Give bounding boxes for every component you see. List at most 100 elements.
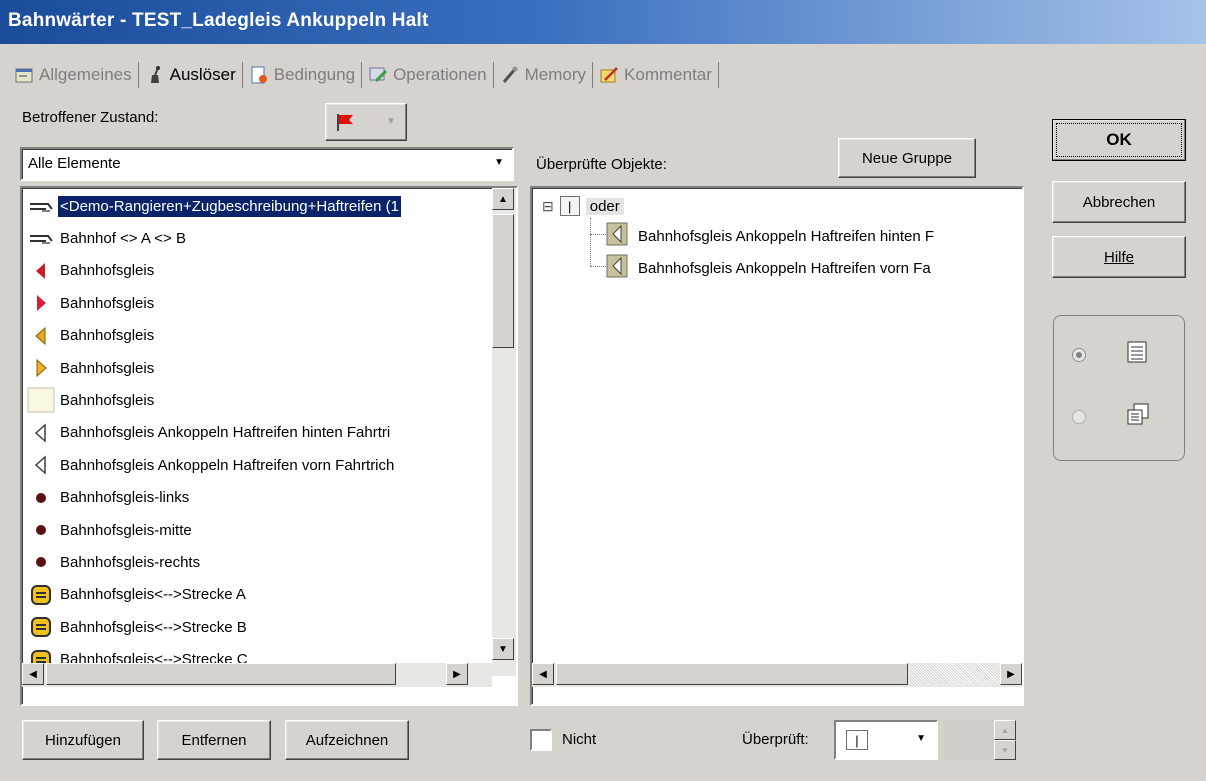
tab-label: Kommentar (624, 65, 712, 84)
tab-label: Auslöser (169, 65, 236, 84)
memory-icon (500, 65, 520, 85)
or-badge-text: | (568, 198, 572, 214)
list-item-label: Bahnhof <> A <> B (60, 229, 186, 247)
list-item[interactable]: Bahnhofsgleis Ankoppeln Haftreifen vorn … (24, 449, 396, 481)
filter-value: Alle Elemente (28, 155, 121, 172)
tab-kommentar[interactable]: Kommentar (593, 62, 719, 88)
list-item[interactable]: Bahnhofsgleis (24, 320, 156, 352)
record-button-label: Aufzeichnen (305, 731, 389, 749)
list-item[interactable]: Bahnhofsgleis-mitte (24, 514, 194, 546)
track-left-gray-icon (606, 254, 628, 282)
element-list-hscrollbar[interactable]: ◀ ▶ (22, 663, 492, 687)
checked-by-select[interactable]: | ▼ (834, 720, 938, 760)
dot-icon (24, 514, 58, 546)
scroll-thumb[interactable] (556, 663, 908, 685)
arrow-left-red-icon (24, 255, 58, 287)
element-list-vscrollbar[interactable]: ▲ ▼ (492, 188, 516, 676)
tab-bar: Allgemeines Auslöser Bedingung Operation… (0, 44, 1206, 94)
scroll-right-arrow-icon[interactable]: ▶ (446, 663, 468, 685)
tab-ausloeser[interactable]: Auslöser (139, 62, 243, 88)
chevron-down-icon: ▼ (916, 733, 926, 744)
window-title: Bahnwärter - TEST_Ladegleis Ankuppeln Ha… (8, 10, 429, 31)
record-button[interactable]: Aufzeichnen (285, 720, 409, 760)
help-button[interactable]: Hilfe (1052, 236, 1186, 278)
tab-memory[interactable]: Memory (494, 62, 594, 88)
list-item[interactable]: <Demo-Rangieren+Zugbeschreibung+Haftreif… (24, 190, 401, 222)
state-dropdown[interactable]: ▼ (325, 103, 407, 141)
list-view-radio[interactable] (1072, 348, 1086, 362)
list-item[interactable]: Bahnhofsgleis (24, 255, 156, 287)
spin-down-icon[interactable]: ▼ (994, 740, 1016, 760)
switch-icon (24, 611, 58, 643)
add-button[interactable]: Hinzufügen (22, 720, 144, 760)
properties-icon (14, 65, 34, 85)
list-item[interactable]: Bahnhof <> A <> B (24, 222, 188, 254)
blank-box-icon (24, 384, 58, 416)
remove-button-label: Entfernen (181, 731, 247, 749)
tab-label: Memory (524, 65, 587, 84)
tree-connector (590, 218, 591, 266)
tree-child[interactable]: Bahnhofsgleis Ankoppeln Haftreifen hinte… (606, 222, 934, 250)
chevron-down-icon: ▼ (494, 157, 504, 168)
not-checkbox[interactable] (530, 729, 552, 751)
tab-bedingung[interactable]: Bedingung (243, 62, 363, 88)
tab-operationen[interactable]: Operationen (362, 62, 494, 88)
scroll-thumb[interactable] (492, 214, 514, 348)
new-group-button[interactable]: Neue Gruppe (838, 138, 976, 178)
list-item-label: Bahnhofsgleis<-->Strecke B (60, 618, 247, 636)
track-group-icon (24, 222, 58, 254)
comment-icon (599, 65, 619, 85)
arrow-right-red-icon (24, 287, 58, 319)
spin-buttons[interactable]: ▲ ▼ (994, 720, 1016, 760)
scroll-up-arrow-icon[interactable]: ▲ (492, 188, 514, 210)
tree-root[interactable]: ⊟ | oder (542, 196, 624, 216)
list-item[interactable]: Bahnhofsgleis-links (24, 482, 191, 514)
or-badge-icon: | (846, 730, 868, 750)
view-mode-group (1053, 315, 1185, 461)
arrow-left-gray-icon (24, 449, 58, 481)
list-item-label: Bahnhofsgleis (60, 262, 155, 280)
title-bar[interactable]: Bahnwärter - TEST_Ladegleis Ankuppeln Ha… (0, 0, 1206, 44)
list-item-label: Bahnhofsgleis<-->Strecke A (60, 586, 246, 604)
element-list[interactable]: <Demo-Rangieren+Zugbeschreibung+Haftreif… (20, 186, 518, 706)
list-item[interactable]: Bahnhofsgleis (24, 352, 156, 384)
list-item-label: Bahnhofsgleis Ankoppeln Haftreifen vorn … (60, 456, 395, 474)
list-item[interactable]: Bahnhofsgleis (24, 384, 156, 416)
condition-icon (249, 65, 269, 85)
list-item[interactable]: Bahnhofsgleis<-->Strecke B (24, 611, 249, 643)
tree-hscrollbar[interactable]: ◀ ▶ (532, 663, 1022, 687)
ok-button[interactable]: OK (1052, 119, 1186, 161)
list-item-label: Bahnhofsgleis (60, 327, 155, 345)
list-item-label: Bahnhofsgleis-mitte (60, 521, 192, 539)
scroll-down-arrow-icon[interactable]: ▼ (492, 638, 514, 660)
add-button-label: Hinzufügen (45, 731, 121, 749)
list-item[interactable]: Bahnhofsgleis Ankoppeln Haftreifen hinte… (24, 417, 392, 449)
switch-icon (24, 579, 58, 611)
list-item[interactable]: Bahnhofsgleis<-->Strecke A (24, 579, 248, 611)
tree-child[interactable]: Bahnhofsgleis Ankoppeln Haftreifen vorn … (606, 254, 931, 282)
tab-allgemeines[interactable]: Allgemeines (8, 62, 139, 88)
scroll-left-arrow-icon[interactable]: ◀ (532, 663, 554, 685)
remove-button[interactable]: Entfernen (157, 720, 271, 760)
cancel-button-label: Abbrechen (1082, 193, 1156, 211)
detail-view-radio[interactable] (1072, 410, 1086, 424)
scroll-right-arrow-icon[interactable]: ▶ (1000, 663, 1022, 685)
tree-connector (590, 266, 606, 267)
scroll-track[interactable] (908, 663, 1000, 685)
spin-up-icon[interactable]: ▲ (994, 720, 1016, 740)
not-label: Nicht (562, 731, 597, 748)
scroll-left-arrow-icon[interactable]: ◀ (22, 663, 44, 685)
copy-view-icon (1126, 402, 1150, 430)
collapse-icon[interactable]: ⊟ (542, 198, 554, 215)
cancel-button[interactable]: Abbrechen (1052, 181, 1186, 223)
checked-objects-tree[interactable]: ⊟ | oder Bahnhofsgleis Ankoppeln Haftrei… (530, 186, 1024, 706)
list-item-label: <Demo-Rangieren+Zugbeschreibung+Haftreif… (58, 195, 401, 217)
list-item[interactable]: Bahnhofsgleis (24, 287, 156, 319)
element-filter-select[interactable]: Alle Elemente ▼ (20, 147, 514, 181)
dot-icon (24, 482, 58, 514)
or-badge-icon: | (559, 196, 580, 216)
scroll-thumb[interactable] (46, 663, 396, 685)
tab-label: Operationen (393, 65, 487, 84)
checked-by-label: Überprüft: (742, 731, 809, 748)
list-item[interactable]: Bahnhofsgleis-rechts (24, 546, 202, 578)
